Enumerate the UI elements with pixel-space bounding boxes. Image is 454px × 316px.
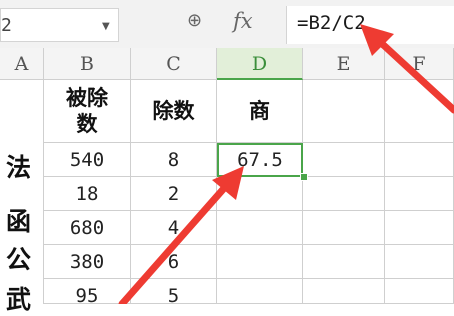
column-header-f[interactable]: F (385, 48, 454, 80)
cell-b5[interactable]: 380 (44, 245, 131, 279)
cell-f2[interactable] (385, 143, 454, 177)
column-a-area: 法 函 公 武 (0, 80, 44, 314)
column-a-char-2: 函 (6, 207, 32, 236)
name-box[interactable]: 2 ▼ (0, 8, 119, 42)
cell-b6[interactable]: 95 (44, 279, 131, 307)
cell-d1[interactable]: 商 (217, 80, 303, 143)
cell-d4[interactable] (217, 211, 303, 245)
cell-e6[interactable] (303, 279, 385, 304)
cell-b1[interactable]: 被除 数 (44, 80, 131, 143)
column-header-a[interactable]: A (0, 48, 44, 80)
cell-c4[interactable]: 4 (131, 211, 217, 245)
cell-e3[interactable] (303, 177, 385, 211)
cell-d3[interactable] (217, 177, 303, 211)
column-a-char-4: 武 (6, 285, 32, 314)
cell-c1[interactable]: 除数 (131, 80, 217, 143)
formula-bar: 2 ▼ ⊕ fx =B2/C2 (0, 0, 454, 49)
cell-e1[interactable] (303, 80, 385, 143)
cell-f4[interactable] (385, 211, 454, 245)
fill-handle[interactable] (300, 173, 308, 181)
cell-b2[interactable]: 540 (44, 143, 131, 177)
column-header-d[interactable]: D (217, 48, 303, 80)
magnifier-icon[interactable]: ⊕ (187, 10, 202, 31)
cell-c3[interactable]: 2 (131, 177, 217, 211)
column-a-char-3: 公 (6, 245, 32, 274)
formula-text: =B2/C2 (297, 12, 366, 34)
cell-b3[interactable]: 18 (44, 177, 131, 211)
fx-icon[interactable]: fx (233, 9, 253, 33)
column-a-char-1: 法 (6, 153, 32, 182)
cell-d6[interactable] (217, 279, 303, 304)
cell-f5[interactable] (385, 245, 454, 279)
cell-c6[interactable]: 5 (131, 279, 217, 307)
cell-c2[interactable]: 8 (131, 143, 217, 177)
cell-e2[interactable] (303, 143, 385, 177)
cell-f3[interactable] (385, 177, 454, 211)
cell-e5[interactable] (303, 245, 385, 279)
column-header-b[interactable]: B (44, 48, 131, 80)
formula-input[interactable]: =B2/C2 (286, 6, 454, 44)
column-header-c[interactable]: C (131, 48, 217, 80)
cell-f1[interactable] (385, 80, 454, 143)
name-box-value: 2 (1, 15, 12, 36)
cell-d5[interactable] (217, 245, 303, 279)
cell-b4[interactable]: 680 (44, 211, 131, 245)
cell-c5[interactable]: 6 (131, 245, 217, 279)
cell-f6[interactable] (385, 279, 454, 304)
chevron-down-icon[interactable]: ▼ (102, 21, 110, 32)
cell-d2[interactable]: 67.5 (217, 143, 303, 177)
column-header-e[interactable]: E (303, 48, 385, 80)
cell-e4[interactable] (303, 211, 385, 245)
